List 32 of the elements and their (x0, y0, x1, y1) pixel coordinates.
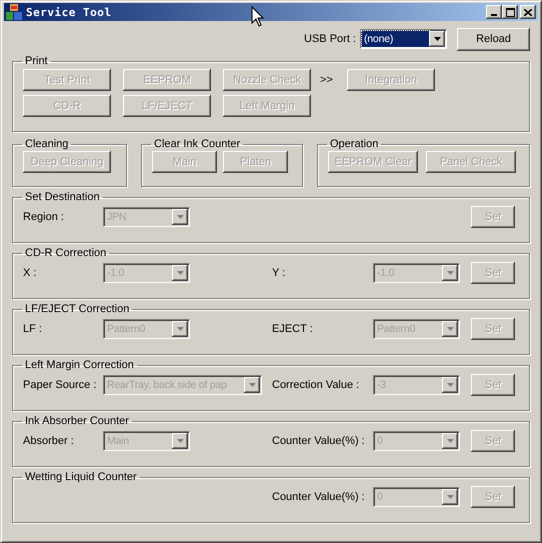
field-label: LF : (23, 323, 43, 335)
field-label: EJECT : (272, 323, 314, 335)
chevron-text: >> (320, 74, 334, 86)
field-label: Paper Source : (23, 379, 98, 391)
field-label: Correction Value : (272, 379, 360, 391)
field-label: Region : (23, 211, 65, 223)
minimize-button[interactable] (486, 5, 502, 19)
window-title: Service Tool (26, 6, 112, 18)
usb-port-label: USB Port : (304, 33, 356, 45)
group-title: Clear Ink Counter (153, 138, 242, 150)
maximize-button[interactable] (502, 5, 518, 19)
group-title: LF/EJECT Correction (24, 303, 130, 315)
group-title: Ink Absorber Counter (24, 415, 130, 427)
group-title: Wetting Liquid Counter (24, 471, 138, 483)
app-icon (6, 4, 22, 20)
field-label: Counter Value(%) : (272, 435, 366, 447)
field-label: Y : (272, 267, 286, 279)
maximize-icon (506, 8, 514, 16)
close-button[interactable] (520, 5, 536, 19)
group-title: Left Margin Correction (24, 359, 135, 371)
group-title: Operation (329, 138, 380, 150)
group-title: Set Destination (24, 191, 101, 203)
group-title: Cleaning (24, 138, 70, 150)
group-title: Print (24, 55, 49, 67)
mouse-cursor-icon (251, 6, 265, 28)
close-icon (524, 8, 532, 16)
group-title: CD-R Correction (24, 247, 108, 259)
field-label: Counter Value(%) : (272, 491, 366, 503)
reload-button[interactable]: Reload (457, 28, 530, 50)
usb-port-dropdown[interactable]: (none) (360, 29, 447, 49)
field-label: X : (23, 267, 38, 279)
field-label: Absorber : (23, 435, 75, 447)
